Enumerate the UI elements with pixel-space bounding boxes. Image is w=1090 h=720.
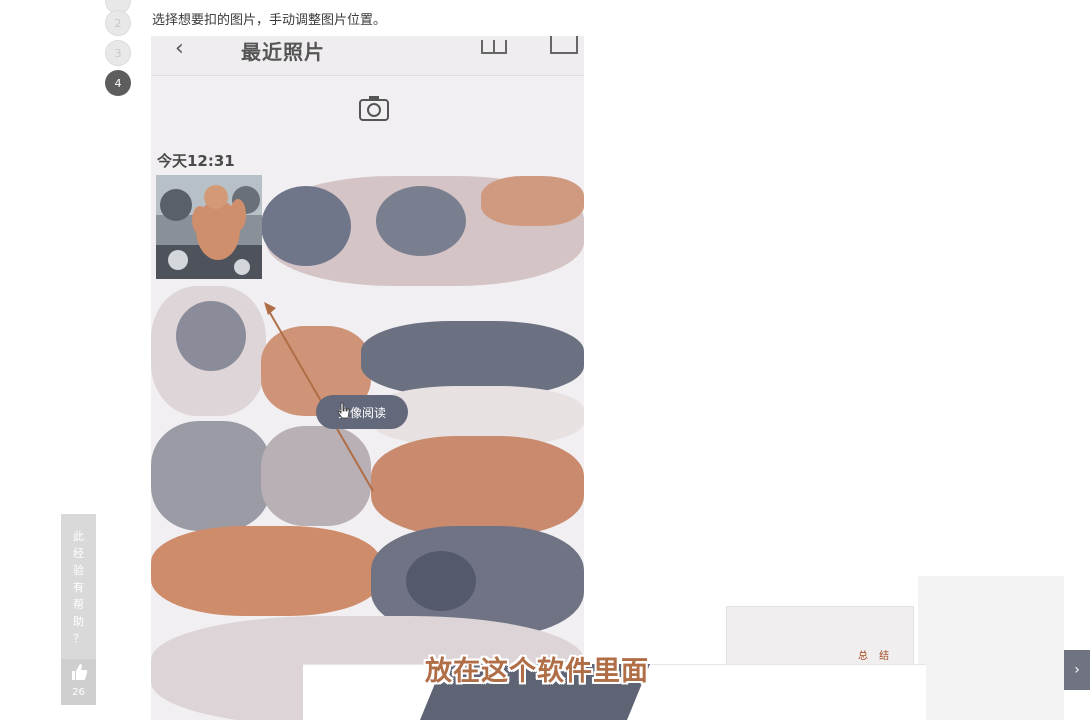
step-2-circle[interactable]: 2 xyxy=(105,10,131,36)
video-subtitle: 放在这个软件里面 xyxy=(425,656,649,687)
chevron-right-icon[interactable]: › xyxy=(1064,650,1090,690)
phone-screenshot: ‹ 最近照片 今天12:31 头像阅读 xyxy=(151,36,584,720)
step-instruction: 选择想要扣的图片，手动调整图片位置。 xyxy=(152,13,387,28)
thumbs-up-icon xyxy=(72,664,88,680)
annotation-arrow xyxy=(264,302,374,492)
cursor-icon xyxy=(337,402,350,419)
blurred-card xyxy=(918,576,1064,720)
feedback-char: 经 xyxy=(73,547,84,560)
feedback-char: 帮 xyxy=(73,598,84,611)
feedback-char: 验 xyxy=(73,564,84,577)
avatar-reading-button[interactable]: 头像阅读 xyxy=(316,395,408,429)
feedback-char: 此 xyxy=(73,530,84,543)
step-4-circle[interactable]: 4 xyxy=(105,70,131,96)
helpful-feedback-tab[interactable]: 此 经 验 有 帮 助 ？ xyxy=(61,514,96,659)
summary-label: 总 结 xyxy=(858,651,894,662)
like-button[interactable]: 26 xyxy=(61,659,96,705)
feedback-char: ？ xyxy=(73,632,84,645)
like-count: 26 xyxy=(72,687,85,698)
feedback-char: 助 xyxy=(73,615,84,628)
feedback-char: 有 xyxy=(73,581,84,594)
step-3-circle[interactable]: 3 xyxy=(105,40,131,66)
